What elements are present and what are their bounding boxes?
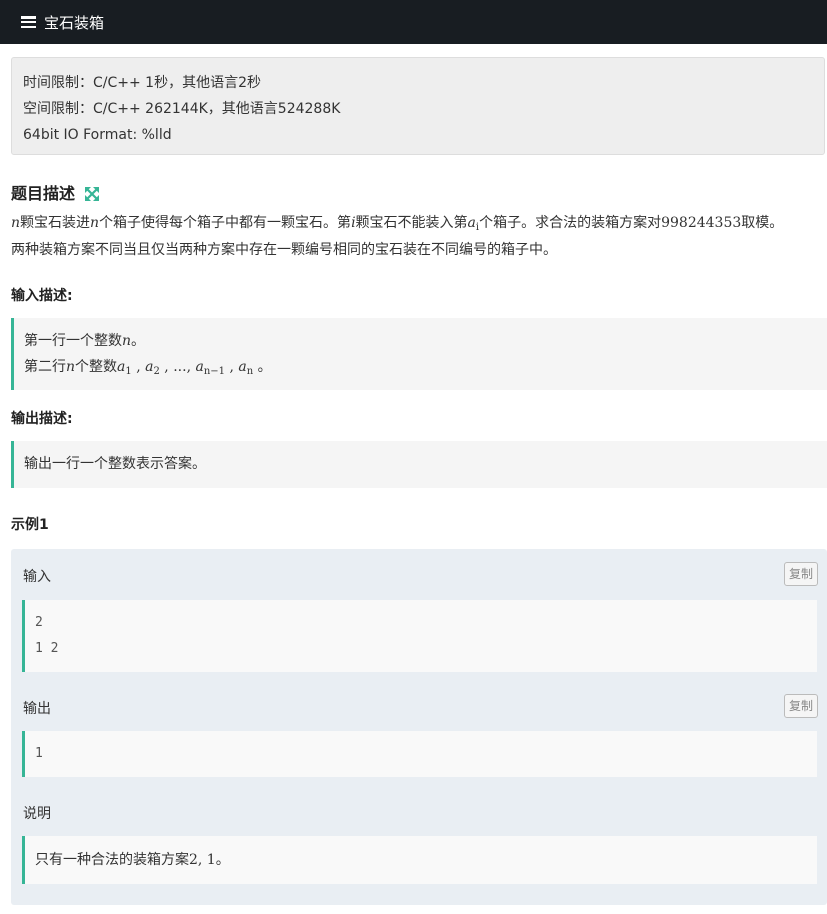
example-note-box: 只有一种合法的装箱方案2, 1。 [22, 836, 817, 884]
copy-output-button[interactable]: 复制 [784, 694, 818, 718]
note-text: 只有一种合法的装箱方案2, 1。 [35, 852, 230, 868]
top-header: 宝石装箱 [0, 0, 827, 44]
example-input-label: 输入 [23, 569, 51, 585]
copy-input-button[interactable]: 复制 [784, 562, 818, 586]
problem-description: n颗宝石装进n个箱子使得每个箱子中都有一颗宝石。第i颗宝石不能装入第ai个箱子。… [11, 212, 827, 262]
example-panel: 输入 复制 2 1 2 输出 复制 1 说明 只有一种合法的装箱方案2, 1。 [11, 549, 827, 905]
input-line: 1 2 [35, 641, 59, 656]
output-heading: 输出描述: [11, 411, 73, 427]
example-input-box[interactable]: 2 1 2 [22, 600, 817, 672]
example-output-label: 输出 [23, 701, 51, 717]
expand-icon[interactable] [84, 187, 99, 201]
list-icon [21, 16, 36, 28]
input-heading: 输入描述: [11, 288, 73, 304]
input-line-2: 第二行n个整数a1 , a2 , ..., an−1 , an 。 [24, 359, 272, 377]
page-title: 宝石装箱 [44, 13, 105, 32]
example-note-label: 说明 [23, 806, 51, 822]
time-limit: 时间限制：C/C++ 1秒，其他语言2秒 [23, 75, 261, 91]
description-line-2: 两种装箱方案不同当且仅当两种方案中存在一颗编号相同的宝石装在不同编号的箱子中。 [11, 242, 557, 258]
space-limit: 空间限制：C/C++ 262144K，其他语言524288K [23, 101, 341, 117]
output-text: 输出一行一个整数表示答案。 [24, 456, 206, 472]
description-title: 题目描述 [11, 184, 76, 203]
io-format: 64bit IO Format: %lld [23, 127, 172, 143]
input-description: 第一行一个整数n。 第二行n个整数a1 , a2 , ..., an−1 , a… [11, 318, 827, 390]
description-heading: 题目描述 [11, 180, 99, 204]
input-line-1: 第一行一个整数n。 [24, 333, 146, 349]
limits-panel: 时间限制：C/C++ 1秒，其他语言2秒 空间限制：C/C++ 262144K，… [11, 57, 825, 155]
description-line-1: n颗宝石装进n个箱子使得每个箱子中都有一颗宝石。第i颗宝石不能装入第ai个箱子。… [11, 215, 784, 233]
example-output-box[interactable]: 1 [22, 731, 817, 777]
output-line: 1 [35, 746, 43, 761]
example-heading: 示例1 [11, 517, 49, 533]
output-description: 输出一行一个整数表示答案。 [11, 441, 827, 488]
input-line: 2 [35, 615, 43, 630]
